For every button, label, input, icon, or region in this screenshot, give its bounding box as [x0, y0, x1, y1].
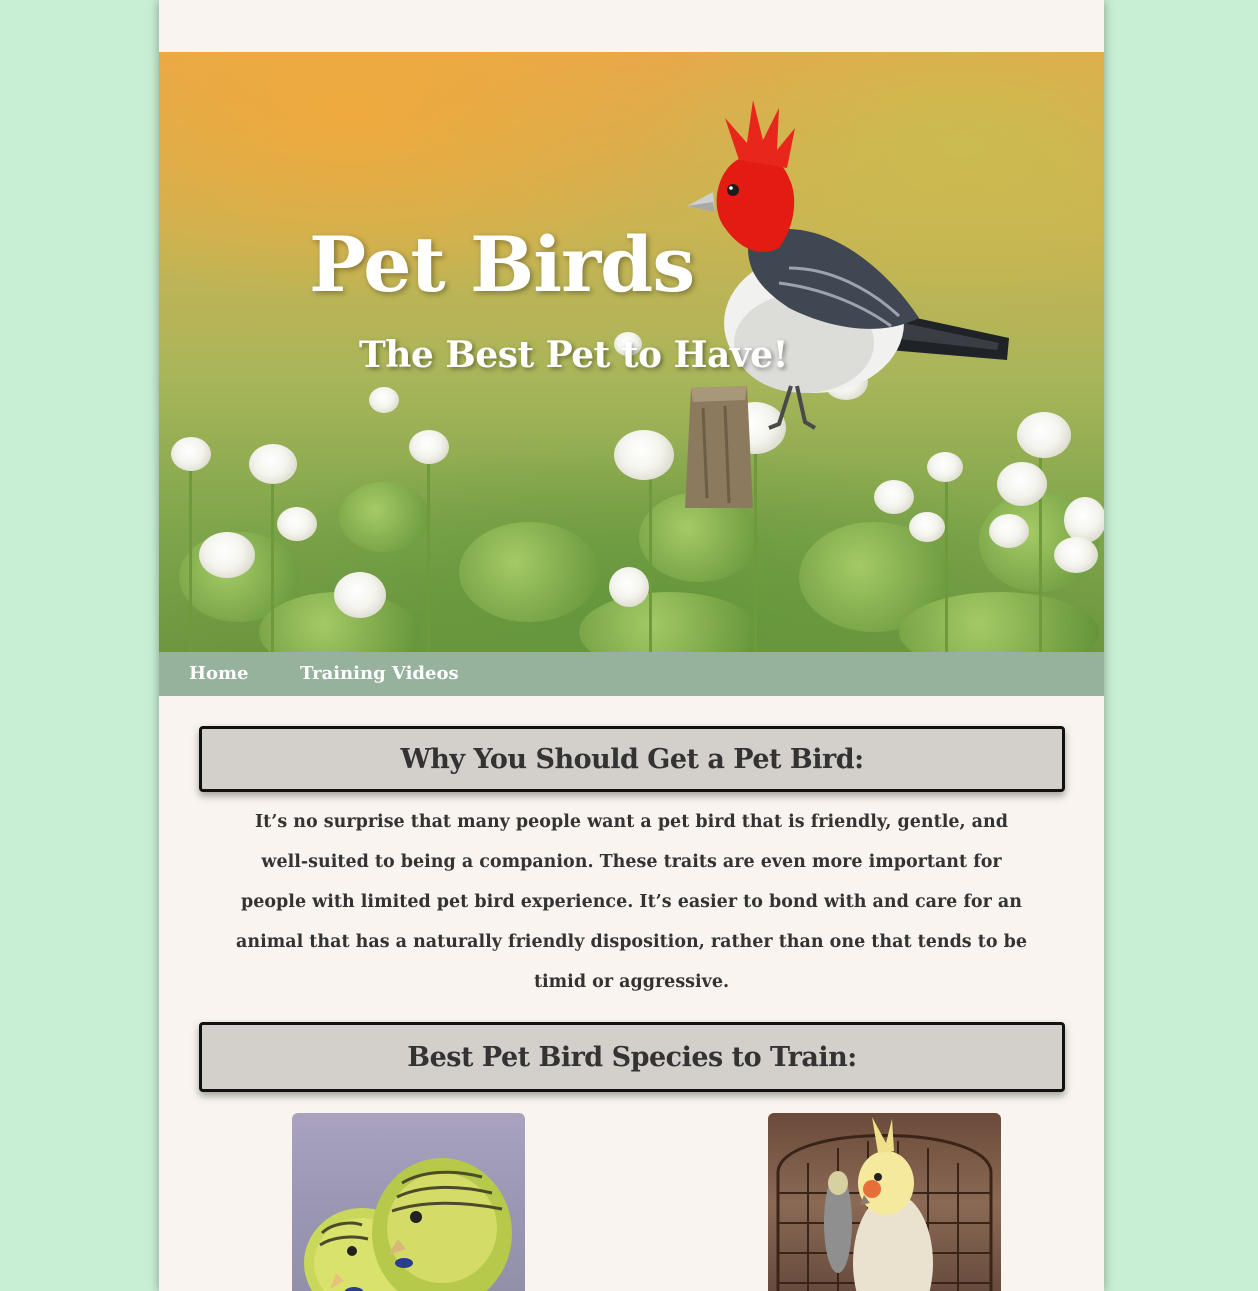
stem-shape	[189, 452, 192, 652]
clover-flower	[369, 387, 399, 413]
site-title: Pet Birds	[309, 220, 695, 309]
stem-shape	[271, 462, 274, 652]
clover-flower	[609, 567, 649, 607]
section-heading-box: Best Pet Bird Species to Train:	[199, 1022, 1065, 1092]
stem-shape	[427, 432, 430, 652]
clover-flower	[1054, 537, 1098, 573]
cockatiel-photo[interactable]	[768, 1113, 1001, 1291]
page-container: Pet Birds The Best Pet to Have! Home Tra…	[159, 0, 1104, 1291]
section-heading-species: Best Pet Bird Species to Train:	[407, 1042, 857, 1073]
site-tagline: The Best Pet to Have!	[359, 334, 788, 376]
clover-flower	[171, 437, 211, 471]
clover-flower	[199, 532, 255, 578]
clover-flower	[1064, 497, 1104, 543]
leaf-shape	[459, 522, 599, 622]
budgie-photo[interactable]	[292, 1113, 525, 1291]
section-heading-why: Why You Should Get a Pet Bird:	[400, 744, 864, 775]
leaf-shape	[579, 592, 759, 652]
intro-paragraph: It’s no surprise that many people want a…	[236, 812, 1027, 992]
budgie-pair-illustration	[304, 1158, 512, 1291]
hero-banner: Pet Birds The Best Pet to Have!	[159, 52, 1104, 652]
clover-flower	[249, 444, 297, 484]
leaf-shape	[339, 482, 429, 552]
cockatiel-in-cage-illustration	[776, 1117, 993, 1291]
clover-flower	[334, 572, 386, 618]
clover-flower	[277, 507, 317, 541]
clover-flower	[989, 514, 1029, 548]
main-nav: Home Training Videos	[159, 652, 1104, 696]
clover-flower	[409, 430, 449, 464]
nav-link-training-videos[interactable]: Training Videos	[300, 663, 459, 684]
clover-flower	[909, 512, 945, 542]
nav-link-home[interactable]: Home	[189, 663, 249, 684]
section-heading-box: Why You Should Get a Pet Bird:	[199, 726, 1065, 792]
